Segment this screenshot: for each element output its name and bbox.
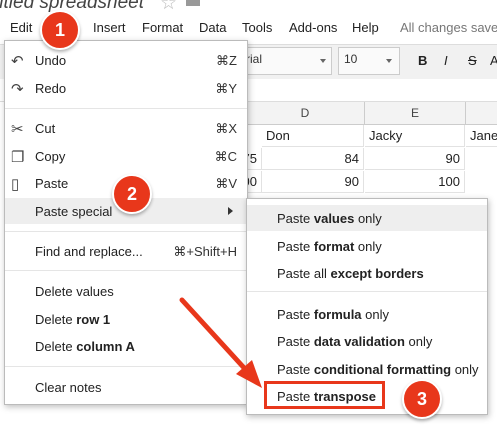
arrow-shaft (179, 297, 249, 373)
step-2-badge: 2 (112, 174, 152, 214)
step-3-badge: 3 (402, 379, 442, 419)
annotation-arrow (179, 297, 262, 388)
step-1-badge: 1 (40, 10, 80, 50)
